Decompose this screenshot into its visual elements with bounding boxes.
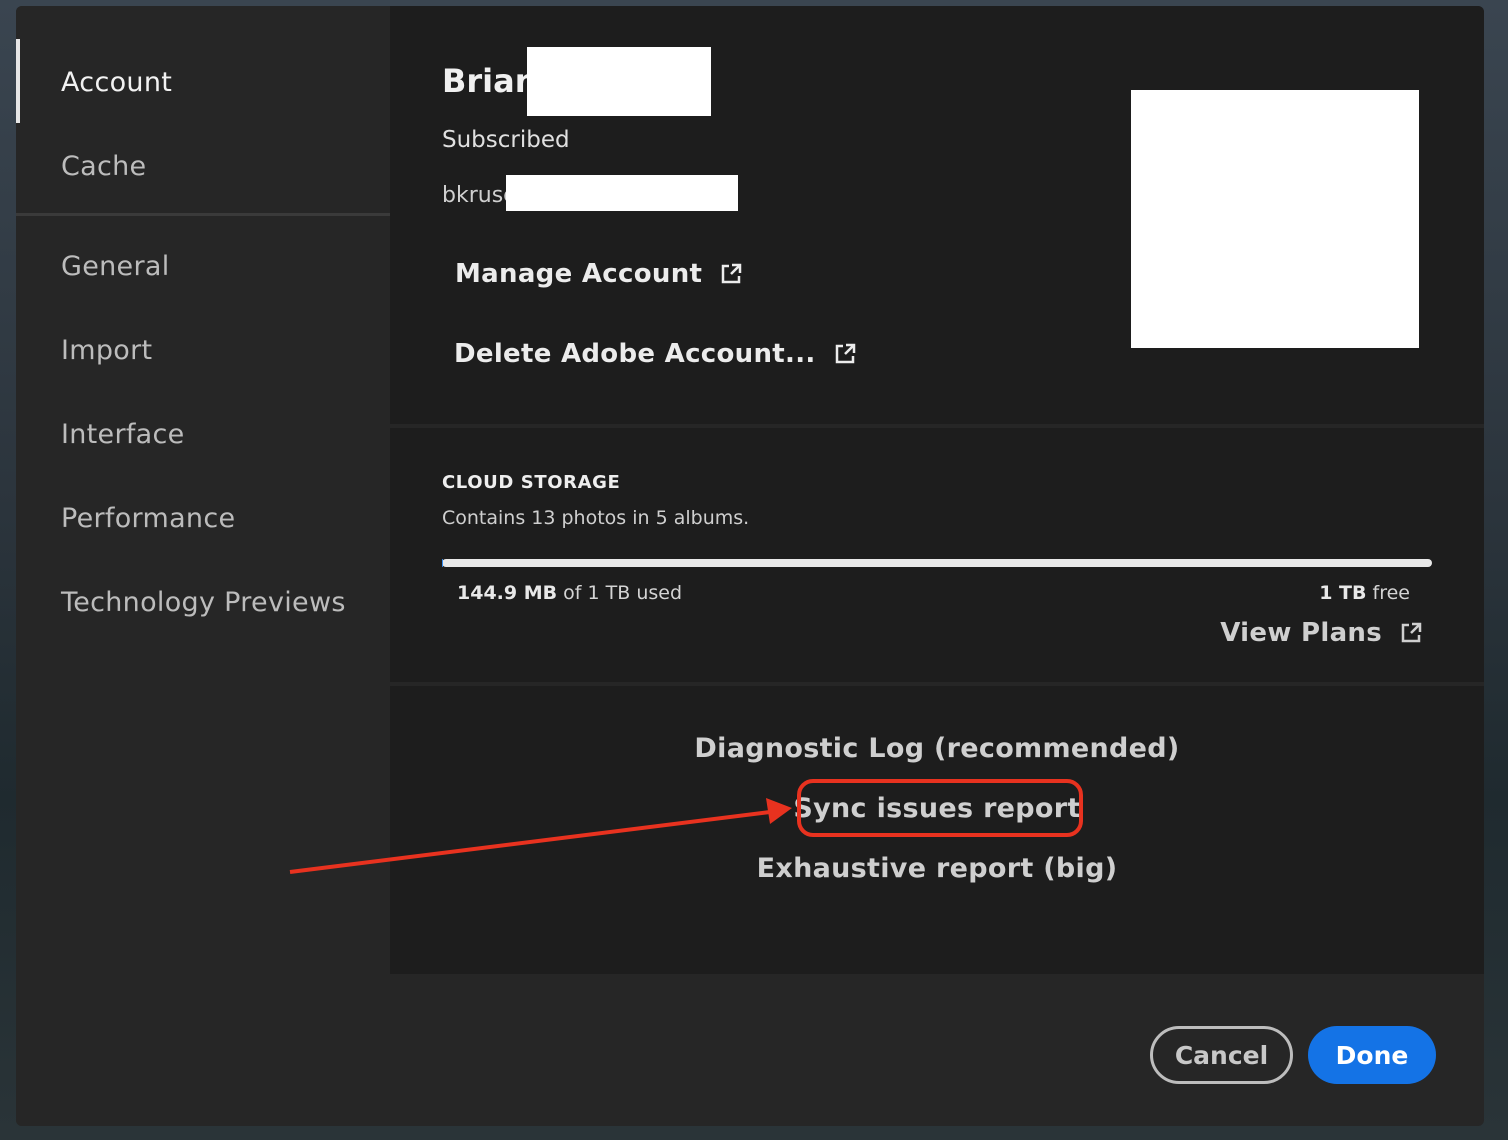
exhaustive-report-link[interactable]: Exhaustive report (big) — [390, 853, 1484, 884]
storage-free-suffix: free — [1372, 582, 1410, 604]
storage-used-amount: 144.9 MB — [457, 582, 558, 604]
redacted-email — [506, 175, 738, 211]
redacted-avatar — [1131, 90, 1419, 348]
storage-free: 1 TB free — [1319, 582, 1410, 604]
sidebar-item-general[interactable]: General — [61, 251, 170, 282]
sidebar-item-cache[interactable]: Cache — [61, 151, 146, 182]
view-plans-label: View Plans — [1220, 618, 1382, 648]
sidebar-item-technology-previews[interactable]: Technology Previews — [61, 587, 346, 618]
diagnostic-log-link[interactable]: Diagnostic Log (recommended) — [390, 733, 1484, 764]
storage-progress-bar — [442, 559, 1432, 567]
external-link-icon — [835, 343, 855, 364]
redacted-name — [527, 47, 711, 116]
delete-account-button[interactable]: Delete Adobe Account... — [454, 339, 856, 369]
view-plans-button[interactable]: View Plans — [1220, 618, 1422, 648]
manage-account-label: Manage Account — [455, 259, 703, 289]
storage-free-amount: 1 TB — [1319, 582, 1367, 604]
cloud-storage-description: Contains 13 photos in 5 albums. — [442, 507, 750, 529]
sidebar-divider — [16, 213, 390, 216]
done-button[interactable]: Done — [1308, 1026, 1436, 1084]
user-name: Brian — [442, 62, 538, 100]
sidebar-item-import[interactable]: Import — [61, 335, 152, 366]
storage-used-suffix: of 1 TB used — [563, 582, 683, 604]
active-indicator — [16, 39, 20, 123]
annotation-highlight-box — [797, 779, 1083, 837]
storage-used: 144.9 MB of 1 TB used — [457, 582, 682, 604]
sidebar: Account Cache General Import Interface P… — [16, 6, 390, 1126]
cancel-button[interactable]: Cancel — [1150, 1026, 1293, 1084]
preferences-dialog: Account Cache General Import Interface P… — [16, 6, 1484, 1126]
sidebar-item-performance[interactable]: Performance — [61, 503, 235, 534]
delete-account-label: Delete Adobe Account... — [454, 339, 816, 369]
subscription-status: Subscribed — [442, 127, 570, 153]
cloud-storage-title: CLOUD STORAGE — [442, 472, 621, 493]
sidebar-item-interface[interactable]: Interface — [61, 419, 185, 450]
external-link-icon — [1401, 622, 1422, 643]
sidebar-item-account[interactable]: Account — [61, 67, 172, 98]
external-link-icon — [721, 263, 742, 284]
manage-account-button[interactable]: Manage Account — [455, 259, 742, 289]
